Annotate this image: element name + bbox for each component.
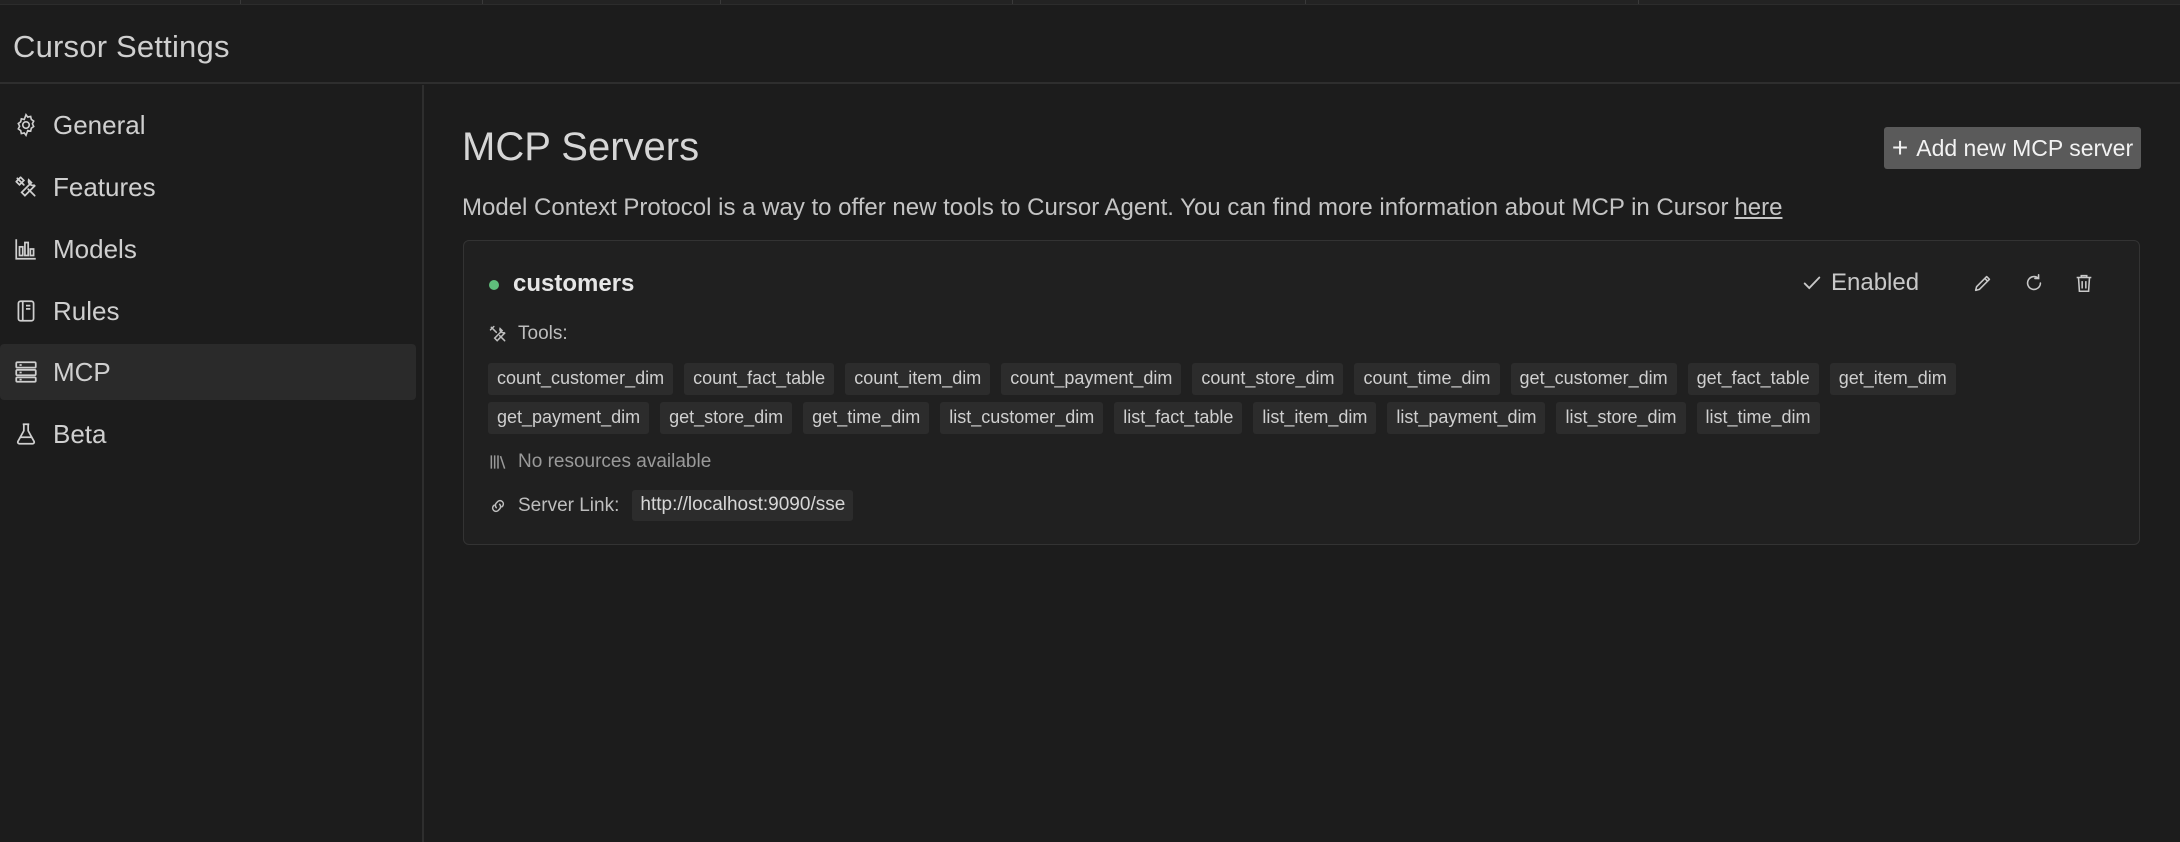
pencil-icon (1972, 272, 1994, 294)
tools-label: Tools: (518, 323, 568, 344)
mcp-docs-link[interactable]: here (1734, 194, 1782, 221)
resources-label: No resources available (518, 451, 712, 472)
tool-chip[interactable]: count_time_dim (1354, 363, 1500, 395)
tool-chip[interactable]: get_time_dim (803, 402, 930, 434)
tool-chip[interactable]: count_payment_dim (1001, 363, 1182, 395)
delete-button[interactable] (2068, 267, 2100, 299)
mcp-panel: MCP Servers + Add new MCP server Model C… (426, 85, 2180, 842)
sidebar-item-label: Models (53, 233, 137, 264)
tool-chip[interactable]: count_store_dim (1192, 363, 1344, 395)
tool-chip[interactable]: get_item_dim (1829, 363, 1956, 395)
mcp-description: Model Context Protocol is a way to offer… (462, 194, 1782, 222)
tools-header: Tools: (488, 323, 568, 345)
server-link-row: Server Link: http://localhost:9090/sse (488, 490, 854, 521)
sidebar-item-general[interactable]: General (0, 97, 416, 153)
tool-chip[interactable]: list_fact_table (1114, 402, 1243, 434)
library-icon (488, 452, 508, 472)
sidebar-item-label: Beta (53, 418, 107, 449)
section-title: MCP Servers (462, 125, 700, 169)
tool-chip[interactable]: get_customer_dim (1510, 363, 1677, 395)
sidebar-item-label: Rules (53, 295, 120, 326)
gear-icon (12, 111, 40, 139)
tools-icon (488, 324, 508, 344)
sidebar-item-label: MCP (53, 356, 111, 387)
edit-button[interactable] (1967, 267, 1999, 299)
sidebar-item-label: Features (53, 171, 156, 202)
server-link-label: Server Link: (518, 494, 620, 516)
add-mcp-server-label: Add new MCP server (1916, 134, 2134, 161)
server-card: customers Enabled Tools: count_customer_… (463, 240, 2140, 545)
link-icon (488, 496, 508, 516)
resources-status: No resources available (488, 451, 711, 473)
server-link-value[interactable]: http://localhost:9090/sse (632, 490, 854, 521)
trash-icon (2073, 272, 2095, 294)
settings-sidebar: General Features Models Rules MCP Beta (0, 85, 424, 842)
sidebar-item-beta[interactable]: Beta (0, 406, 416, 462)
tool-chip[interactable]: list_time_dim (1696, 402, 1820, 434)
status-indicator (489, 280, 499, 290)
description-text: Model Context Protocol is a way to offer… (462, 194, 1729, 221)
enabled-toggle[interactable]: Enabled (1801, 269, 1919, 297)
tool-list: count_customer_dim count_fact_table coun… (488, 363, 2128, 441)
sidebar-item-models[interactable]: Models (0, 221, 416, 277)
tool-chip[interactable]: get_fact_table (1687, 363, 1819, 395)
server-name: customers (513, 270, 635, 297)
flask-icon (12, 420, 40, 448)
chart-icon (12, 235, 40, 263)
enabled-label: Enabled (1831, 269, 1920, 296)
tool-chip[interactable]: list_payment_dim (1387, 402, 1546, 434)
refresh-icon (2023, 272, 2045, 294)
sidebar-item-rules[interactable]: Rules (0, 283, 416, 339)
settings-header: Cursor Settings (0, 4, 2180, 84)
sidebar-item-features[interactable]: Features (0, 159, 416, 215)
tool-chip[interactable]: get_store_dim (660, 402, 793, 434)
tool-chip[interactable]: count_item_dim (845, 363, 991, 395)
sidebar-item-mcp[interactable]: MCP (0, 344, 416, 400)
page-title: Cursor Settings (13, 29, 230, 64)
add-mcp-server-button[interactable]: + Add new MCP server (1884, 127, 2141, 169)
check-icon (1801, 272, 1823, 294)
tools-icon (12, 173, 40, 201)
sidebar-item-label: General (53, 109, 146, 140)
tool-chip[interactable]: list_item_dim (1253, 402, 1377, 434)
book-icon (12, 297, 40, 325)
tool-chip[interactable]: list_customer_dim (940, 402, 1104, 434)
server-icon (12, 358, 40, 386)
tool-chip[interactable]: list_store_dim (1556, 402, 1686, 434)
tool-chip[interactable]: get_payment_dim (488, 402, 650, 434)
refresh-button[interactable] (2018, 267, 2050, 299)
plus-icon: + (1891, 132, 1909, 163)
tool-chip[interactable]: count_customer_dim (488, 363, 674, 395)
tool-chip[interactable]: count_fact_table (684, 363, 835, 395)
